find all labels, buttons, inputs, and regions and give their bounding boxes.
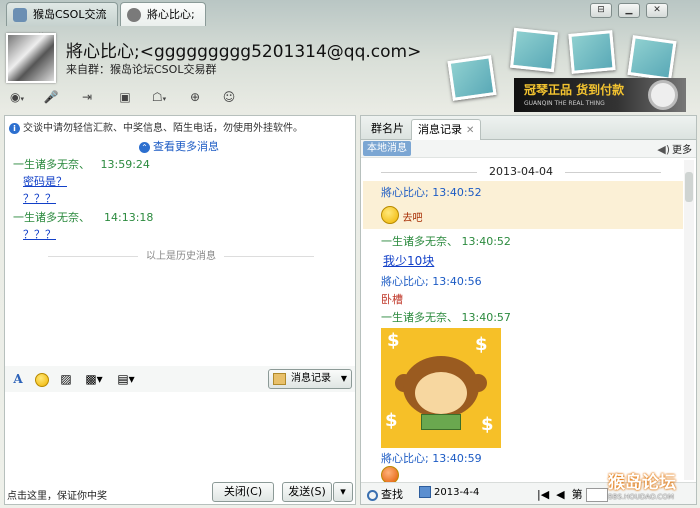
message-text: ？？？ <box>23 228 56 241</box>
contact-name: 將心比心;<ggggggggg5201314@qq.com> <box>66 42 422 62</box>
watermark-logo: 猴岛论坛 BBS.HOUDAO.COM <box>608 473 676 501</box>
emoji-icon <box>381 206 399 224</box>
font-icon[interactable]: A <box>9 370 27 388</box>
contact-source: 来自群：猴岛论坛CSOL交易群 <box>66 63 217 76</box>
photo-decoration <box>627 35 677 81</box>
add-friend-icon[interactable]: ⊕ <box>186 88 204 106</box>
remote-assist-icon[interactable]: ▣ <box>116 88 134 106</box>
arrow-up-icon: ⌃ <box>139 142 150 153</box>
calendar-icon <box>419 486 431 498</box>
page-input[interactable] <box>586 488 609 502</box>
prev-page-icon[interactable]: ◀ <box>556 488 564 501</box>
more-button[interactable]: ◀) 更多 <box>657 141 692 156</box>
transfer-file-icon[interactable]: ⇥ <box>78 88 96 106</box>
view-more-messages-link[interactable]: ⌃ 查看更多消息 <box>139 138 219 154</box>
photo-decoration <box>447 55 497 101</box>
message-input[interactable] <box>5 392 355 482</box>
ad-text: 冠琴正品 货到付款 <box>524 83 625 97</box>
monkey-sticker-image[interactable]: $ $ $ $ <box>381 328 501 448</box>
shake-icon[interactable]: ▤▾ <box>117 370 135 388</box>
voice-call-icon[interactable]: 🎤▾ <box>42 88 60 121</box>
message-text: ？？？ <box>23 192 56 205</box>
input-hint-link[interactable]: 点击这里，保证你中奖 <box>7 487 107 502</box>
input-toolbar: A ▨ ▩▾ ▤▾ 消息记录 ▼ <box>5 366 355 392</box>
record-header: 將心比心; 13:40:59 <box>381 452 482 465</box>
close-icon[interactable]: ✕ <box>466 125 474 136</box>
message-header: 一生诸多无奈、 13:59:24 <box>13 158 150 171</box>
record-text: 卧槽 <box>381 293 403 306</box>
date-separator: 2013-04-04 <box>361 165 681 178</box>
more-apps-icon[interactable]: ☺ <box>220 88 238 106</box>
tab-label: 將心比心; <box>147 8 195 21</box>
record-icon <box>273 373 286 385</box>
chevron-down-icon[interactable]: ▼ <box>341 370 347 388</box>
avatar[interactable] <box>6 33 56 83</box>
close-window-button[interactable]: ✕ <box>646 3 668 18</box>
watch-image <box>648 80 678 110</box>
send-options-button[interactable]: ▾ <box>333 482 353 502</box>
scrollbar[interactable] <box>684 160 694 480</box>
record-subbar: 本地消息 ◀) 更多 <box>361 140 696 158</box>
photo-decoration <box>510 27 558 73</box>
history-separator: 以上是历史消息 <box>5 247 357 262</box>
security-notice: i 交谈中请勿轻信汇款、中奖信息、陌生电话，勿使用外挂软件。 <box>9 119 303 134</box>
side-panel: 群名片 消息记录 ✕ 本地消息 ◀) 更多 2013-04-04 將心比心; 13:… <box>360 115 697 505</box>
info-icon: i <box>9 123 20 134</box>
message-header: 一生诸多无奈、 14:13:18 <box>13 211 154 224</box>
side-tabs: 群名片 消息记录 ✕ <box>361 116 696 140</box>
image-icon[interactable]: ▩▾ <box>85 370 103 388</box>
record-header: 將心比心; 13:40:52 <box>381 186 482 199</box>
date-picker[interactable]: 2013-4-4 <box>419 486 479 498</box>
record-text: 去吧 <box>381 206 423 224</box>
local-messages-tag[interactable]: 本地消息 <box>363 141 411 156</box>
invite-icon[interactable]: ☖▾ <box>150 88 168 106</box>
tab-private-chat[interactable]: 將心比心; <box>120 2 206 26</box>
first-page-icon[interactable]: |◀ <box>537 488 549 501</box>
emoji-icon[interactable] <box>33 370 51 388</box>
message-text: 密码是？ <box>23 175 67 188</box>
advertisement-banner[interactable]: 冠琴正品 货到付款 GUANQIN THE REAL THING <box>514 78 686 112</box>
record-header: 一生诸多无奈、 13:40:57 <box>381 311 511 324</box>
send-button[interactable]: 发送(S) <box>282 482 332 502</box>
title-bar: 猴岛CSOL交流群 將心比心; ⊟ ▁ ✕ <box>0 0 700 45</box>
user-icon <box>127 8 141 22</box>
group-icon <box>13 8 27 22</box>
tab-group-card[interactable]: 群名片 <box>365 119 410 140</box>
record-text: 我少10块 <box>383 254 435 268</box>
message-record-button[interactable]: 消息记录 ▼ <box>268 369 352 389</box>
restore-button[interactable]: ⊟ <box>590 3 612 18</box>
record-header: 將心比心; 13:40:56 <box>381 275 482 288</box>
tab-group-chat[interactable]: 猴岛CSOL交流群 <box>6 2 118 45</box>
speaker-icon: ◀) <box>657 143 670 156</box>
search-icon <box>367 489 378 501</box>
tab-message-record[interactable]: 消息记录 ✕ <box>411 119 482 140</box>
page-label: 第 <box>571 488 583 501</box>
screenshot-icon[interactable]: ▨ <box>57 370 75 388</box>
record-header: 一生诸多无奈、 13:40:52 <box>381 235 511 248</box>
chat-panel: i 交谈中请勿轻信汇款、中奖信息、陌生电话，勿使用外挂软件。 ⌃ 查看更多消息 一生… <box>4 115 356 505</box>
minimize-button[interactable]: ▁ <box>618 3 640 18</box>
search-button[interactable]: 查找 <box>367 486 403 502</box>
bottom-bar: 点击这里，保证你中奖 关闭(C) 发送(S) ▾ <box>5 482 355 504</box>
photo-decoration <box>568 30 616 74</box>
close-button[interactable]: 关闭(C) <box>212 482 274 502</box>
pagination: |◀ ◀ 第 <box>537 486 609 502</box>
video-call-icon[interactable]: ◉▾ <box>8 88 26 106</box>
